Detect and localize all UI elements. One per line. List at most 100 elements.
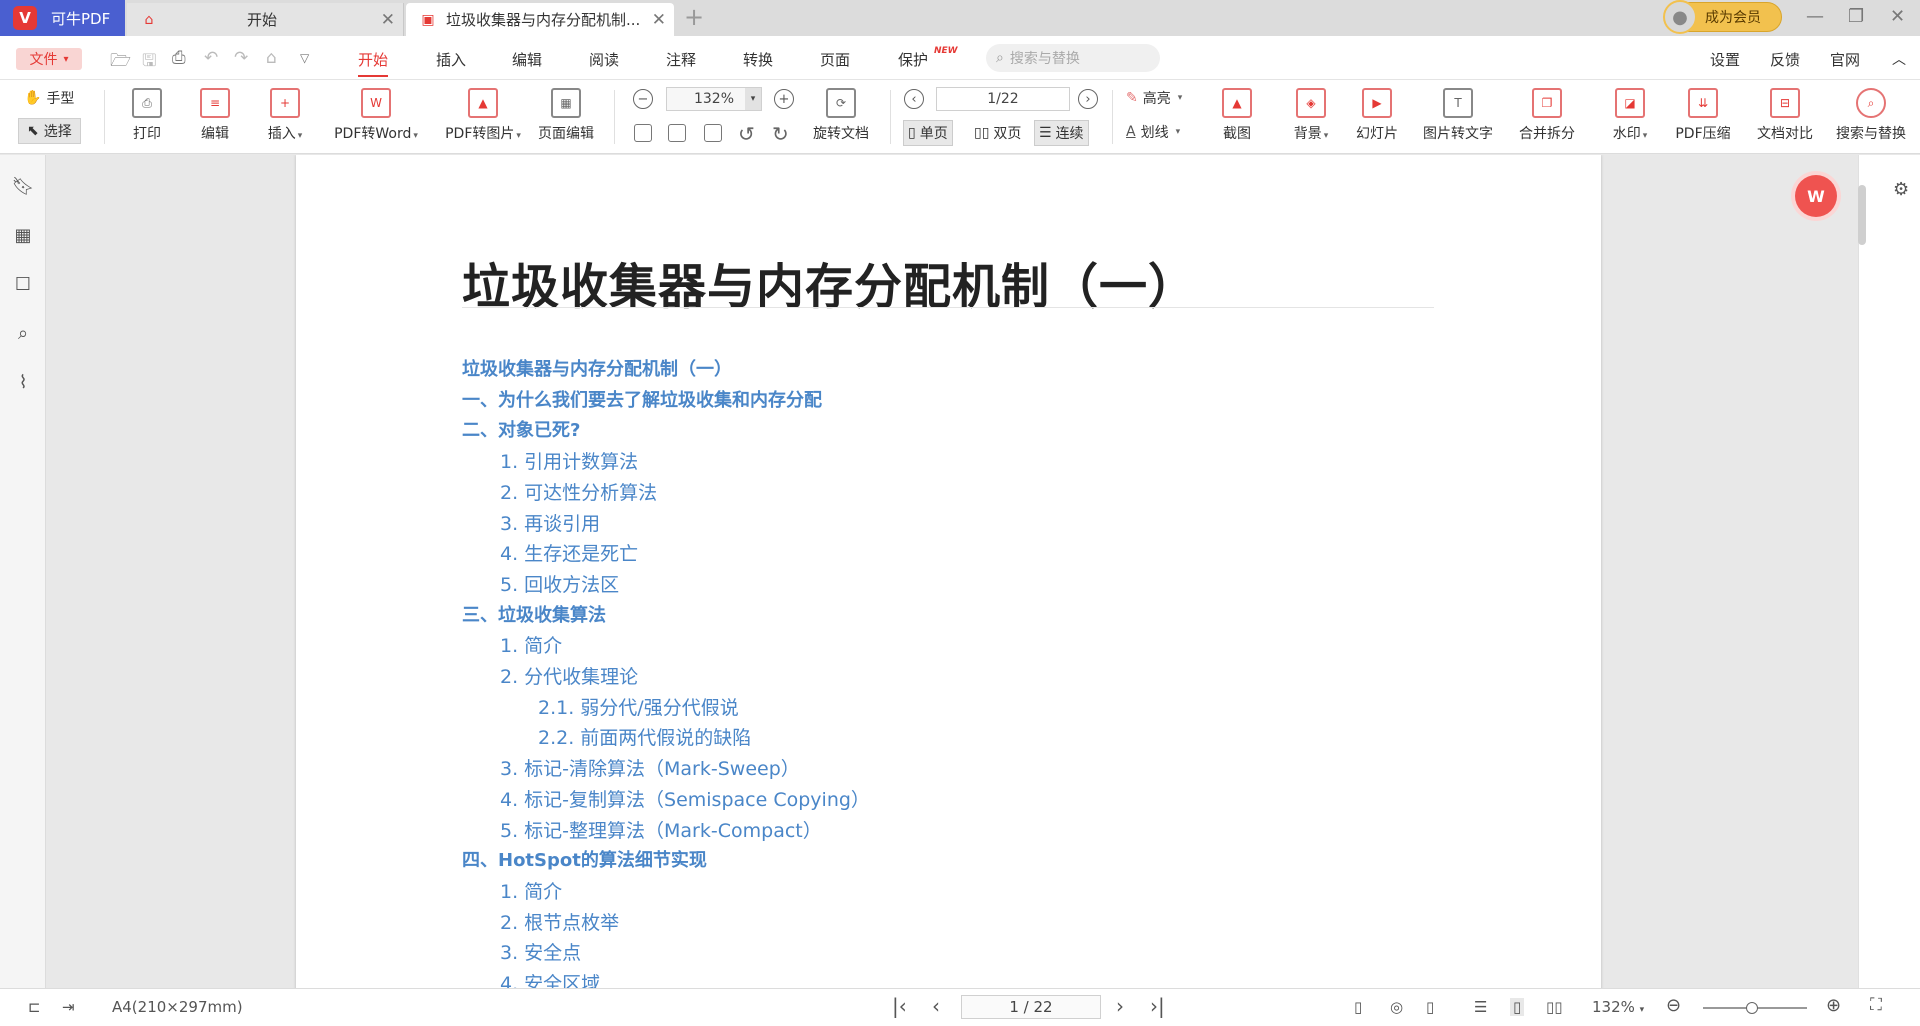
home-icon[interactable]: ⌂: [266, 48, 277, 68]
new-tab-icon[interactable]: +: [684, 3, 704, 31]
toc-link[interactable]: 5. 回收方法区: [500, 570, 619, 597]
menu-edit[interactable]: 编辑: [512, 49, 542, 70]
last-page-icon[interactable]: ›|: [1150, 994, 1165, 1018]
menu-convert[interactable]: 转换: [743, 49, 773, 70]
search-replace-button[interactable]: ⌕ 搜索与替换: [1832, 80, 1910, 154]
next-page-icon[interactable]: ›: [1078, 89, 1098, 109]
restore-icon[interactable]: ❐: [1848, 6, 1864, 27]
single-view-icon[interactable]: ▯: [1510, 998, 1525, 1016]
toc-link[interactable]: 四、HotSpot的算法细节实现: [462, 846, 707, 872]
watermark-button[interactable]: ◪ 水印 ▾: [1608, 80, 1652, 154]
export-icon[interactable]: ⇥: [62, 998, 75, 1016]
toc-link[interactable]: 1. 简介: [500, 877, 562, 904]
highlight-button[interactable]: ✎ 高亮 ▾: [1126, 88, 1182, 108]
toc-link[interactable]: 垃圾收集器与内存分配机制（一）: [462, 355, 732, 381]
page-number-input[interactable]: 1/22: [936, 87, 1070, 111]
continuous-button[interactable]: ☰ 连续: [1034, 120, 1089, 146]
attachment-icon[interactable]: ⌇: [12, 371, 34, 393]
fullscreen-icon[interactable]: ⛶: [1870, 995, 1882, 1015]
toc-link[interactable]: 1. 引用计数算法: [500, 447, 638, 474]
select-tool-button[interactable]: ⬉ 选择: [18, 118, 81, 144]
sidebar-toggle-icon[interactable]: ⊏: [28, 998, 41, 1016]
menu-annotate[interactable]: 注释: [666, 49, 696, 70]
continuous-view-icon[interactable]: ☰: [1474, 998, 1487, 1016]
undo-icon[interactable]: ↶: [204, 48, 218, 68]
prev-page-icon[interactable]: ‹: [904, 89, 924, 109]
bookmark-icon[interactable]: 🔖︎: [12, 175, 35, 197]
redo-icon[interactable]: ↷: [234, 48, 248, 68]
background-button[interactable]: ◈ 背景 ▾: [1288, 80, 1334, 154]
insert-button[interactable]: + 插入 ▾: [262, 80, 308, 154]
status-page-input[interactable]: 1 / 22: [961, 995, 1101, 1019]
page-edit-button[interactable]: ▦ 页面编辑: [536, 80, 596, 154]
merge-split-button[interactable]: ❐ 合并拆分: [1516, 80, 1578, 154]
zoom-select[interactable]: 132% ▾: [1592, 998, 1644, 1016]
toc-link[interactable]: 3. 标记-清除算法（Mark-Sweep）: [500, 754, 800, 781]
document-viewport[interactable]: 垃圾收集器与内存分配机制（一） 垃圾收集器与内存分配机制（一） 一、为什么我们要去…: [47, 155, 1857, 988]
save-icon[interactable]: 🖫: [142, 48, 156, 77]
actual-size-icon[interactable]: [668, 124, 686, 142]
zoom-in-icon[interactable]: ⊕: [1826, 995, 1841, 1016]
file-menu-button[interactable]: 文件 ▾: [16, 48, 82, 70]
double-page-button[interactable]: ▯▯ 双页: [970, 120, 1025, 146]
actual-size-icon[interactable]: ◎: [1390, 998, 1403, 1016]
zoom-out-icon[interactable]: ⊖: [1666, 995, 1681, 1016]
zoom-out-icon[interactable]: −: [633, 89, 653, 109]
screenshot-button[interactable]: ▲ 截图: [1220, 80, 1254, 154]
image-to-text-button[interactable]: T 图片转文字: [1420, 80, 1496, 154]
window-close-icon[interactable]: ✕: [1890, 6, 1905, 27]
tab-document[interactable]: ▣ 垃圾收集器与内存分配机制... ✕: [406, 3, 674, 36]
prev-page-icon[interactable]: ‹: [932, 994, 940, 1018]
menu-page[interactable]: 页面: [820, 49, 850, 70]
vertical-scrollbar[interactable]: [1858, 185, 1866, 245]
rotate-left-icon[interactable]: ↺: [738, 122, 755, 146]
thumbnails-icon[interactable]: ▦: [12, 224, 34, 246]
zoom-select[interactable]: 132% ▾: [666, 87, 762, 111]
search-input[interactable]: ⌕ 搜索与替换: [986, 44, 1160, 72]
first-page-icon[interactable]: |‹: [892, 994, 907, 1018]
menu-protect[interactable]: 保护: [898, 49, 928, 70]
open-folder-icon[interactable]: 🗁: [110, 48, 131, 77]
close-icon[interactable]: ✕: [652, 10, 666, 30]
toc-link[interactable]: 2. 可达性分析算法: [500, 478, 657, 505]
toc-link[interactable]: 2.1. 弱分代/强分代假说: [538, 693, 739, 720]
edit-button[interactable]: ≡ 编辑: [194, 80, 236, 154]
toc-link[interactable]: 4. 安全区域: [500, 969, 600, 988]
chevron-down-icon[interactable]: ▽: [300, 51, 309, 65]
print-button[interactable]: ⎙ 打印: [126, 80, 168, 154]
toc-link[interactable]: 3. 再谈引用: [500, 509, 600, 536]
rotate-doc-button[interactable]: ⟳ 旋转文档: [810, 80, 872, 154]
convert-to-word-fab[interactable]: W: [1795, 175, 1837, 217]
compress-button[interactable]: ⇊ PDF压缩: [1672, 80, 1734, 154]
double-view-icon[interactable]: ▯▯: [1546, 998, 1563, 1016]
fit-page-icon[interactable]: [704, 124, 722, 142]
toc-link[interactable]: 3. 安全点: [500, 938, 581, 965]
app-brand[interactable]: V 可牛PDF: [0, 0, 125, 36]
fit-width-icon[interactable]: ▯: [1354, 998, 1362, 1016]
feedback-link[interactable]: 反馈: [1770, 49, 1800, 70]
fit-page-icon[interactable]: ▯: [1426, 998, 1434, 1016]
hand-tool-button[interactable]: ✋ 手型: [24, 88, 74, 108]
toc-link[interactable]: 4. 标记-复制算法（Semispace Copying）: [500, 785, 870, 812]
vip-button[interactable]: ● 成为会员: [1663, 0, 1782, 34]
pdf-to-word-button[interactable]: W PDF转Word ▾: [328, 80, 424, 154]
toc-link[interactable]: 2.2. 前面两代假说的缺陷: [538, 723, 751, 750]
minimize-icon[interactable]: —: [1806, 6, 1824, 27]
toc-link[interactable]: 1. 简介: [500, 631, 562, 658]
settings-sliders-icon[interactable]: ⚙: [1893, 179, 1909, 200]
settings-link[interactable]: 设置: [1710, 49, 1740, 70]
close-icon[interactable]: ✕: [381, 10, 395, 30]
menu-start[interactable]: 开始: [358, 49, 389, 77]
compare-button[interactable]: ⊟ 文档对比: [1754, 80, 1816, 154]
toc-link[interactable]: 二、对象已死?: [462, 416, 580, 442]
toc-link[interactable]: 一、为什么我们要去了解垃圾收集和内存分配: [462, 386, 822, 412]
comments-icon[interactable]: ☐: [12, 273, 34, 295]
zoom-slider-handle[interactable]: [1745, 1002, 1758, 1014]
menu-insert[interactable]: 插入: [436, 49, 466, 70]
collapse-ribbon-icon[interactable]: ︿: [1892, 49, 1906, 69]
menu-read[interactable]: 阅读: [589, 49, 619, 70]
single-page-button[interactable]: ▯ 单页: [903, 120, 953, 146]
toc-link[interactable]: 2. 根节点枚举: [500, 908, 619, 935]
underline-button[interactable]: A 划线 ▾: [1126, 122, 1180, 142]
fit-width-icon[interactable]: [634, 124, 652, 142]
